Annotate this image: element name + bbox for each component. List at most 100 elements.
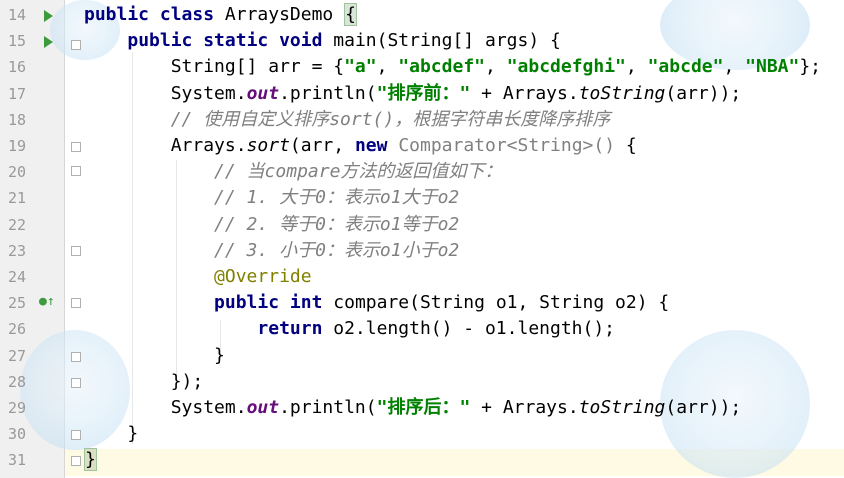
code-token: int bbox=[289, 292, 334, 314]
code-line[interactable]: 24 @Override bbox=[0, 264, 844, 291]
code-token: "abcdefghi" bbox=[506, 56, 626, 78]
code-token: , bbox=[723, 56, 746, 78]
code-line[interactable]: 16 String[] arr = {"a", "abcdef", "abcde… bbox=[0, 54, 844, 81]
line-number: 24 bbox=[8, 268, 27, 286]
code-text[interactable]: System.out.println("排序前：" + Arrays.toStr… bbox=[84, 81, 742, 108]
code-token: o2.length() - o1.length(); bbox=[333, 318, 616, 340]
line-number: 17 bbox=[8, 84, 27, 103]
code-token: , bbox=[376, 56, 399, 78]
code-line[interactable]: 21 // 1. 大于0：表示o1大于o2 bbox=[0, 185, 844, 212]
code-text[interactable]: // 1. 大于0：表示o1大于o2 bbox=[84, 185, 459, 212]
fold-marker-icon[interactable] bbox=[71, 430, 81, 440]
code-line[interactable]: 18 // 使用自定义排序sort()，根据字符串长度降序排序 bbox=[0, 107, 844, 134]
fold-marker-icon[interactable] bbox=[71, 298, 81, 308]
code-token: .println( bbox=[279, 397, 377, 418]
code-token: out bbox=[246, 397, 280, 418]
line-number: 29 bbox=[8, 399, 27, 417]
code-token: new bbox=[354, 135, 399, 156]
code-token: }; bbox=[799, 56, 822, 78]
code-text[interactable]: }); bbox=[84, 369, 204, 396]
code-text[interactable]: // 当compare方法的返回值如下： bbox=[84, 159, 502, 186]
line-number: 16 bbox=[8, 58, 27, 77]
fold-marker-icon[interactable] bbox=[71, 246, 81, 256]
code-line[interactable]: 31} bbox=[0, 447, 844, 474]
line-number: 28 bbox=[8, 372, 27, 391]
code-token: public bbox=[127, 30, 204, 52]
fold-marker-icon[interactable] bbox=[71, 142, 81, 152]
code-text[interactable]: // 使用自定义排序sort()，根据字符串长度降序排序 bbox=[84, 107, 611, 134]
line-number: 20 bbox=[8, 163, 27, 182]
override-arrow-icon[interactable]: ●↑ bbox=[39, 294, 55, 309]
code-text[interactable]: return o2.length() - o1.length(); bbox=[84, 316, 615, 343]
code-token: // 当compare方法的返回值如下： bbox=[84, 161, 503, 183]
code-line[interactable]: 15 public static void main(String[] args… bbox=[0, 28, 844, 55]
code-token: { bbox=[625, 135, 637, 156]
code-token: , bbox=[625, 56, 648, 78]
code-line[interactable]: 19 Arrays.sort(arr, new Comparator<Strin… bbox=[0, 133, 844, 160]
code-text[interactable]: } bbox=[84, 447, 97, 474]
code-token: Arrays. bbox=[84, 135, 247, 156]
line-number: 18 bbox=[8, 110, 27, 129]
code-text[interactable]: public static void main(String[] args) { bbox=[84, 28, 561, 55]
code-text[interactable]: public class ArraysDemo { bbox=[84, 2, 357, 29]
code-token: "abcdef" bbox=[398, 56, 485, 78]
code-token: Comparator<String>() bbox=[398, 135, 626, 156]
fold-marker-icon[interactable] bbox=[71, 378, 81, 388]
code-line[interactable]: 27 } bbox=[0, 343, 844, 370]
code-line[interactable]: 29 System.out.println("排序后：" + Arrays.to… bbox=[0, 395, 844, 422]
code-text[interactable]: // 3. 小于0：表示o1小于o2 bbox=[84, 238, 459, 265]
code-token: String[] arr = { bbox=[84, 56, 345, 78]
code-text[interactable]: Arrays.sort(arr, new Comparator<String>(… bbox=[84, 133, 637, 160]
line-number: 23 bbox=[8, 241, 27, 260]
code-token: , bbox=[485, 56, 507, 78]
code-text[interactable]: @Override bbox=[84, 264, 312, 291]
code-token: // 使用自定义排序sort()，根据字符串长度降序排序 bbox=[84, 108, 611, 130]
line-number: 15 bbox=[8, 32, 27, 51]
run-triangle-icon[interactable] bbox=[44, 36, 53, 48]
line-number: 30 bbox=[8, 425, 27, 444]
fold-marker-icon[interactable] bbox=[71, 456, 81, 466]
code-token: // 3. 小于0：表示o1小于o2 bbox=[84, 239, 460, 261]
code-token: @Override bbox=[84, 266, 312, 287]
code-token: toString bbox=[578, 397, 666, 418]
code-line[interactable]: 23 // 3. 小于0：表示o1小于o2 bbox=[0, 238, 844, 265]
run-triangle-icon[interactable] bbox=[44, 10, 53, 22]
code-text[interactable]: String[] arr = {"a", "abcdef", "abcdefgh… bbox=[84, 54, 821, 81]
code-token: static bbox=[203, 30, 280, 52]
code-token: "NBA" bbox=[745, 56, 800, 78]
code-line[interactable]: 30 } bbox=[0, 421, 844, 448]
code-editor[interactable]: 14 public class ArraysDemo {15 public sta… bbox=[0, 0, 844, 478]
code-token: main(String[] args) { bbox=[333, 30, 561, 52]
code-token: (arr)); bbox=[665, 397, 742, 418]
code-text[interactable]: } bbox=[84, 343, 225, 370]
code-text[interactable]: // 2. 等于0：表示o1等于o2 bbox=[84, 212, 459, 239]
code-line[interactable]: 17 System.out.println("排序前：" + Arrays.to… bbox=[0, 81, 844, 108]
code-token: } bbox=[84, 423, 139, 445]
fold-marker-icon[interactable] bbox=[71, 166, 81, 176]
fold-marker-icon[interactable] bbox=[71, 40, 81, 50]
code-line[interactable]: 28 }); bbox=[0, 369, 844, 396]
code-token: System. bbox=[84, 82, 247, 104]
code-text[interactable]: System.out.println("排序后：" + Arrays.toStr… bbox=[84, 395, 742, 422]
code-token: (arr, bbox=[289, 135, 355, 156]
code-text[interactable]: public int compare(String o1, String o2)… bbox=[84, 290, 669, 317]
code-token: + Arrays. bbox=[470, 397, 579, 418]
line-number: 27 bbox=[8, 346, 27, 365]
code-token: // 1. 大于0：表示o1大于o2 bbox=[84, 187, 460, 209]
code-token: void bbox=[279, 30, 334, 52]
code-token: "a" bbox=[344, 56, 377, 78]
fold-marker-icon[interactable] bbox=[71, 352, 81, 362]
line-number: 22 bbox=[8, 215, 27, 234]
code-token: toString bbox=[578, 82, 666, 104]
code-line[interactable]: 26 return o2.length() - o1.length(); bbox=[0, 316, 844, 343]
line-number: 25 bbox=[8, 294, 27, 313]
code-token: sort bbox=[246, 135, 290, 156]
code-line[interactable]: 22 // 2. 等于0：表示o1等于o2 bbox=[0, 212, 844, 239]
code-line[interactable]: 20 // 当compare方法的返回值如下： bbox=[0, 159, 844, 186]
code-text[interactable]: } bbox=[84, 421, 138, 448]
code-line[interactable]: 14 public class ArraysDemo { bbox=[0, 2, 844, 29]
code-line[interactable]: 25 public int compare(String o1, String … bbox=[0, 290, 844, 317]
code-token: "abcde" bbox=[647, 56, 724, 78]
